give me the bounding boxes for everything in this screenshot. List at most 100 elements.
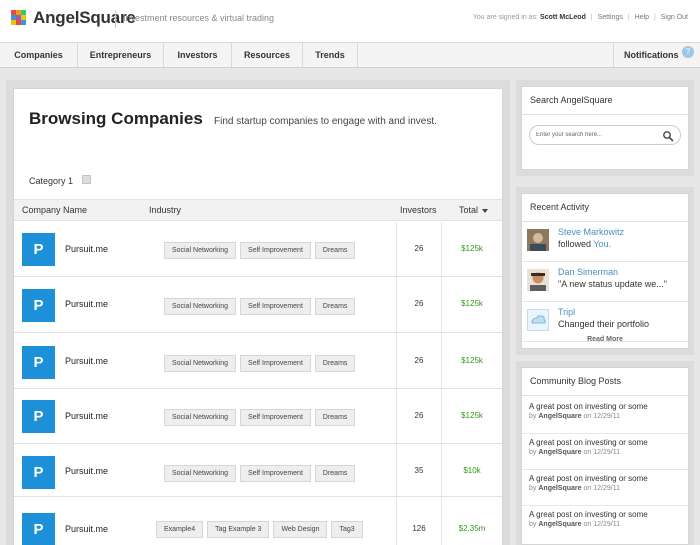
- table-row[interactable]: P Pursuit.me Social Networking Self Impro…: [14, 277, 502, 333]
- table-row[interactable]: P Pursuit.me Example4 Tag Example 3 Web De…: [14, 497, 502, 545]
- sign-out-link[interactable]: Sign Out: [661, 14, 688, 21]
- industry-tag[interactable]: Social Networking: [164, 355, 237, 372]
- logo-icon[interactable]: [11, 10, 27, 26]
- total-raised: $125k: [461, 299, 483, 308]
- nav-investors[interactable]: Investors: [164, 43, 232, 67]
- blog-widget-body: Community Blog Posts A great post on inv…: [521, 367, 689, 545]
- blog-author[interactable]: AngelSquare: [538, 449, 581, 456]
- industry-tag[interactable]: Dreams: [314, 355, 356, 372]
- industry-tags: Social Networking Self Improvement Dreams: [164, 352, 394, 372]
- company-logo[interactable]: P: [22, 346, 55, 379]
- tripl-logo-icon[interactable]: [527, 309, 549, 331]
- app-header: AngelSquare Investment resources & virtu…: [0, 0, 700, 42]
- settings-link[interactable]: Settings: [598, 14, 623, 21]
- industry-tag[interactable]: Dreams: [314, 242, 356, 259]
- activity-item[interactable]: Dan Simerman "A new status update we...": [522, 262, 688, 302]
- blog-post-title[interactable]: A great post on investing or some: [529, 510, 648, 519]
- nav-entrepreneurs[interactable]: Entrepreneurs: [78, 43, 164, 67]
- activity-item[interactable]: Steve Markowitz followed You.: [522, 222, 688, 262]
- blog-date: on 12/29/11: [583, 449, 620, 456]
- column-total[interactable]: Total: [459, 205, 489, 215]
- tagline-divider: [115, 10, 116, 28]
- nav-trends[interactable]: Trends: [303, 43, 358, 67]
- table-row[interactable]: P Pursuit.me Social Networking Self Impro…: [14, 444, 502, 497]
- user-bar: You are signed in as: Scott McLeod | Set…: [473, 14, 688, 21]
- column-investors[interactable]: Investors: [400, 205, 437, 215]
- company-name[interactable]: Pursuit.me: [65, 356, 108, 366]
- industry-tag[interactable]: Dreams: [314, 409, 356, 426]
- table-row[interactable]: P Pursuit.me Social Networking Self Impro…: [14, 389, 502, 444]
- company-name[interactable]: Pursuit.me: [65, 244, 108, 254]
- activity-text: followed You.: [558, 239, 611, 249]
- blog-post-item[interactable]: A great post on investing or some by Ang…: [522, 506, 688, 542]
- blog-by: by: [529, 485, 537, 492]
- investor-count: 35: [396, 444, 442, 496]
- industry-tag[interactable]: Self Improvement: [240, 355, 311, 372]
- company-name[interactable]: Pursuit.me: [65, 466, 108, 476]
- industry-tag[interactable]: Self Improvement: [240, 298, 311, 315]
- industry-tag[interactable]: Self Improvement: [240, 242, 311, 259]
- nav-resources[interactable]: Resources: [232, 43, 303, 67]
- total-raised: $125k: [461, 411, 483, 420]
- industry-tag[interactable]: Example4: [156, 521, 204, 538]
- read-more-link[interactable]: Read More: [522, 336, 688, 348]
- company-logo[interactable]: P: [22, 456, 55, 489]
- investor-count: 126: [396, 497, 442, 545]
- blog-post-title[interactable]: A great post on investing or some: [529, 474, 648, 483]
- nav-companies[interactable]: Companies: [0, 43, 78, 67]
- notifications-label: Notifications: [624, 50, 679, 60]
- recent-activity-title: Recent Activity: [522, 194, 688, 222]
- column-industry[interactable]: Industry: [149, 205, 181, 215]
- company-name[interactable]: Pursuit.me: [65, 299, 108, 309]
- table-row[interactable]: P Pursuit.me Social Networking Self Impro…: [14, 222, 502, 277]
- column-company-name[interactable]: Company Name: [22, 205, 87, 215]
- activity-user-name[interactable]: Dan Simerman: [558, 267, 618, 277]
- blog-post-title[interactable]: A great post on investing or some: [529, 402, 648, 411]
- company-logo[interactable]: P: [22, 289, 55, 322]
- industry-tag[interactable]: Dreams: [314, 298, 356, 315]
- search-widget-body: Search AngelSquare: [521, 86, 689, 170]
- notifications-button[interactable]: Notifications ?: [613, 43, 700, 67]
- blog-post-item[interactable]: A great post on investing or some by Ang…: [522, 398, 688, 434]
- industry-tag[interactable]: Self Improvement: [240, 465, 311, 482]
- industry-tag[interactable]: Social Networking: [164, 242, 237, 259]
- company-logo[interactable]: P: [22, 233, 55, 266]
- blog-post-item[interactable]: A great post on investing or some by Ang…: [522, 470, 688, 506]
- industry-tag[interactable]: Tag Example 3: [207, 521, 270, 538]
- activity-target-link[interactable]: You.: [593, 239, 611, 249]
- blog-author[interactable]: AngelSquare: [538, 485, 581, 492]
- industry-tag[interactable]: Dreams: [314, 465, 356, 482]
- blog-post-item[interactable]: A great post on investing or some by Ang…: [522, 434, 688, 470]
- brand-name[interactable]: AngelSquare: [33, 8, 136, 28]
- company-name[interactable]: Pursuit.me: [65, 411, 108, 421]
- industry-tags: Example4 Tag Example 3 Web Design Tag3: [156, 518, 386, 538]
- user-avatar[interactable]: [527, 269, 549, 291]
- help-link[interactable]: Help: [635, 14, 649, 21]
- search-form: [522, 115, 688, 169]
- category-filter-checkbox[interactable]: [82, 175, 91, 184]
- industry-tag[interactable]: Social Networking: [164, 298, 237, 315]
- blog-by: by: [529, 413, 537, 420]
- search-input[interactable]: [529, 125, 681, 145]
- recent-activity-body: Recent Activity Steve Markowitz followed…: [521, 193, 689, 349]
- company-logo[interactable]: P: [22, 513, 55, 545]
- divider: |: [627, 14, 630, 21]
- industry-tag[interactable]: Social Networking: [164, 409, 237, 426]
- company-logo[interactable]: P: [22, 400, 55, 433]
- industry-tag[interactable]: Web Design: [273, 521, 328, 538]
- industry-tag[interactable]: Tag3: [331, 521, 363, 538]
- industry-tags: Social Networking Self Improvement Dreams: [164, 239, 394, 259]
- industry-tag[interactable]: Self Improvement: [240, 409, 311, 426]
- total-raised: $2.35m: [458, 524, 486, 533]
- industry-tag[interactable]: Social Networking: [164, 465, 237, 482]
- blog-author[interactable]: AngelSquare: [538, 413, 581, 420]
- table-row[interactable]: P Pursuit.me Social Networking Self Impro…: [14, 333, 502, 389]
- activity-user-name[interactable]: Tripl: [558, 307, 575, 317]
- user-avatar[interactable]: [527, 229, 549, 251]
- company-name[interactable]: Pursuit.me: [65, 524, 108, 534]
- blog-author[interactable]: AngelSquare: [538, 521, 581, 528]
- blog-post-title[interactable]: A great post on investing or some: [529, 438, 648, 447]
- search-icon[interactable]: [662, 130, 674, 142]
- user-name-link[interactable]: Scott McLeod: [540, 14, 586, 21]
- activity-user-name[interactable]: Steve Markowitz: [558, 227, 624, 237]
